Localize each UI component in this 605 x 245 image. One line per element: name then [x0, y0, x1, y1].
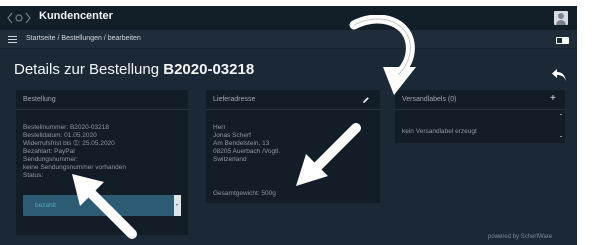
total-weight: Gesamtgewicht: 500g [213, 190, 276, 197]
status-select[interactable]: bezahlt [23, 195, 181, 216]
plus-icon[interactable]: + [550, 93, 556, 104]
page-title: Details zur Bestellung B2020-03218 [14, 61, 254, 78]
status-label: Status: [23, 172, 44, 179]
screenshot-frame: Kundencenter Startseite / Bestellungen /… [0, 0, 605, 245]
delivery-card-header: Lieferadresse [206, 90, 380, 110]
user-avatar-icon[interactable] [554, 11, 568, 25]
pencil-icon[interactable] [362, 96, 370, 104]
page-title-order-number: B2020-03218 [163, 61, 255, 78]
top-bar: Kundencenter [0, 6, 577, 30]
breadcrumb-bar: Startseite / Bestellungen / bearbeiten [0, 30, 577, 49]
shipping-card-title: Versandlabels (0) [402, 96, 457, 103]
breadcrumb[interactable]: Startseite / Bestellungen / bearbeiten [26, 35, 141, 42]
toggle-switch[interactable] [556, 37, 569, 44]
shipping-empty-text: kein Versandlabel erzeugt [402, 128, 477, 135]
order-date-line: Bestelldatum: 01.05.2020 [23, 132, 97, 139]
footer-credit: powered by ScherfWare [488, 234, 553, 240]
order-card-header: Bestellung [16, 90, 188, 110]
shipping-labels-card: Versandlabels (0) + kein Versandlabel er… [395, 90, 565, 143]
payment-line: Bezahlart: PayPal [23, 148, 75, 155]
withdrawal-line: Widerrufsfrist bis ➀: 25.05.2020 [23, 140, 115, 147]
tracking-value: keine Sendungsnummer vorhanden [23, 164, 126, 171]
delivery-card-title: Lieferadresse [213, 96, 256, 103]
page-title-prefix: Details zur Bestellung [14, 61, 160, 78]
back-arrow-icon[interactable] [551, 68, 567, 82]
address-city: 08205 Auerbach /Vogtl. [213, 148, 281, 155]
order-card: Bestellung Bestellnummer: B2020-03218 Be… [16, 90, 188, 235]
app-window: Kundencenter Startseite / Bestellungen /… [0, 6, 577, 245]
delivery-address-card: Lieferadresse Herr Jonas Scherf Am Bende… [206, 90, 380, 203]
address-salutation: Herr [213, 124, 226, 131]
app-title: Kundencenter [39, 10, 113, 22]
order-card-title: Bestellung [23, 96, 56, 103]
logo-icon [7, 12, 31, 24]
address-country: Switzerland [213, 156, 247, 163]
hamburger-menu-icon[interactable] [8, 36, 17, 43]
order-number-line: Bestellnummer: B2020-03218 [23, 124, 109, 131]
address-street: Am Bendelstein, 13 [213, 140, 270, 147]
status-select-value: bezahlt [35, 202, 56, 209]
address-name: Jonas Scherf [213, 132, 251, 139]
chevron-down-icon[interactable] [174, 195, 181, 216]
scrollbar[interactable] [560, 112, 563, 140]
tracking-label: Sendungsnummer: [23, 156, 78, 163]
shipping-card-header: Versandlabels (0) + [395, 90, 565, 110]
